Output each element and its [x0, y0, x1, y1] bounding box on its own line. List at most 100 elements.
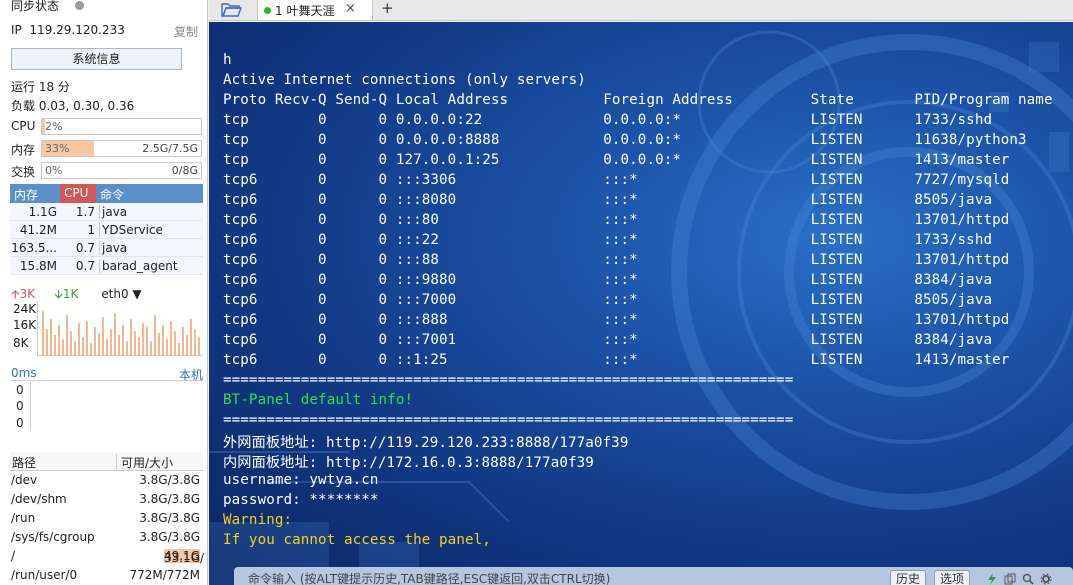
- proc-cmd: YDService: [99, 223, 163, 237]
- proc-header-cpu[interactable]: CPU: [60, 184, 96, 203]
- mem-meter: 33% 2.5G/7.5G: [41, 140, 202, 157]
- disk-table: 路径 可用/大小 /dev 3.8G/3.8G /dev/shm 3.8G/3.…: [10, 452, 205, 585]
- command-input-placeholder: 命令输入 (按ALT键提示历史,TAB键路径,ESC键返回,双击CTRL切换): [248, 572, 611, 585]
- proc-mem: 41.2M: [19, 223, 57, 237]
- table-row[interactable]: 163.5... 0.7 java: [10, 239, 203, 257]
- interface-name: eth0: [101, 287, 129, 301]
- process-table-header: 内存 CPU 命令: [10, 184, 203, 203]
- terminal-warning-line: Warning:: [223, 512, 293, 528]
- sync-status-label: 同步状态: [11, 0, 60, 13]
- folder-icon[interactable]: [220, 0, 243, 19]
- disk-table-header: 路径 可用/大小: [10, 452, 203, 471]
- ip-value: 119.29.120.233: [29, 23, 125, 37]
- mem-label: 内存: [11, 143, 36, 157]
- terminal-line: tcp6 0 0 :::888 :::* LISTEN 13701/httpd: [223, 312, 1010, 328]
- table-row[interactable]: 1.1G 1.7 java: [10, 203, 203, 221]
- terminal-line: tcp6 0 0 :::9880 :::* LISTEN 8384/java: [223, 272, 993, 288]
- history-button[interactable]: 历史: [890, 570, 927, 585]
- terminal-line: tcp 0 0 0.0.0.0:22 0.0.0.0:* LISTEN 1733…: [223, 112, 993, 128]
- chevron-down-icon: ▼: [132, 287, 142, 301]
- disk-path: /: [11, 549, 16, 563]
- disk-path: /run: [11, 511, 36, 525]
- table-row[interactable]: /run 3.8G/3.8G: [10, 509, 203, 528]
- session-tab-bar: 1 叶舞天涯 × +: [209, 0, 1073, 21]
- proc-cpu: 1.7: [75, 205, 95, 219]
- search-icon[interactable]: [1022, 573, 1034, 585]
- server-monitor-sidebar: 同步状态 IP 119.29.120.233 复制 系统信息 运行 18 分 负…: [0, 0, 208, 585]
- copy-icon[interactable]: [1004, 573, 1016, 585]
- tab-label: 1 叶舞天涯: [275, 4, 335, 18]
- disk-size-avail: 33.1G/: [163, 551, 205, 565]
- add-tab-icon[interactable]: +: [381, 0, 394, 17]
- gear-icon[interactable]: [1040, 573, 1052, 585]
- system-info-button[interactable]: 系统信息: [11, 48, 182, 70]
- mem-meter-value: 33%: [45, 142, 70, 155]
- table-row[interactable]: /dev 3.8G/3.8G: [10, 471, 203, 490]
- cpu-label: CPU: [11, 119, 36, 133]
- disk-path: /sys/fs/cgroup: [11, 530, 95, 544]
- sync-status-dot-icon: [75, 1, 84, 10]
- ip-label: IP: [11, 23, 22, 37]
- latency-label: 0ms: [11, 366, 37, 380]
- net-y-tick: 8K: [13, 336, 29, 350]
- proc-mem: 163.5...: [11, 241, 57, 255]
- terminal-line: tcp6 0 0 :::7000 :::* LISTEN 8505/java: [223, 292, 993, 308]
- terminal-separator: ========================================…: [223, 372, 794, 388]
- cpu-meter-value: 2%: [45, 120, 63, 133]
- disk-path: /dev: [11, 473, 38, 487]
- terminal-line: tcp6 0 0 :::88 :::* LISTEN 13701/httpd: [223, 252, 1010, 268]
- terminal-line: tcp6 0 0 ::1:25 :::* LISTEN 1413/master: [223, 352, 1010, 368]
- command-input-bar[interactable]: 命令输入 (按ALT键提示历史,TAB键路径,ESC键返回,双击CTRL切换) …: [234, 567, 1073, 585]
- upload-speed: 3K: [19, 287, 36, 301]
- uptime-text: 运行 18 分: [11, 80, 70, 94]
- download-speed: 1K: [62, 287, 79, 301]
- upload-arrow-icon: 🡩: [11, 287, 20, 301]
- latency-value: 0: [16, 383, 24, 397]
- terminal-pane[interactable]: h Active Internet connections (only serv…: [209, 22, 1073, 585]
- disk-path: /run/user/0: [11, 568, 78, 582]
- latency-chart: [30, 382, 203, 430]
- table-row[interactable]: / 33.1G/49.1G: [10, 547, 205, 566]
- terminal-line: tcp 0 0 127.0.0.1:25 0.0.0.0:* LISTEN 14…: [223, 152, 1010, 168]
- load-average-text: 负载 0.03, 0.30, 0.36: [11, 99, 135, 113]
- proc-mem: 15.8M: [19, 259, 57, 273]
- table-row[interactable]: 41.2M 1 YDService: [10, 221, 203, 239]
- table-row[interactable]: /run/user/0 772M/772M: [10, 566, 203, 585]
- table-row[interactable]: /sys/fs/cgroup 3.8G/3.8G: [10, 528, 203, 547]
- terminal-line: tcp6 0 0 :::7001 :::* LISTEN 8384/java: [223, 332, 993, 348]
- terminal-line: 外网面板地址: http://119.29.120.233:8888/177a0…: [223, 435, 629, 451]
- proc-cpu: 0.7: [75, 241, 95, 255]
- swap-meter-total: 0/8G: [171, 164, 198, 177]
- options-button[interactable]: 选项: [934, 570, 971, 585]
- disk-header-path[interactable]: 路径: [12, 454, 36, 471]
- table-row[interactable]: /dev/shm 3.8G/3.8G: [10, 490, 203, 509]
- close-icon[interactable]: ×: [345, 1, 356, 16]
- disk-size: 3.8G/3.8G: [139, 511, 200, 525]
- lightning-icon[interactable]: [986, 573, 998, 585]
- terminal-warning-line: If you cannot access the panel,: [223, 532, 491, 548]
- interface-select[interactable]: eth0 ▼: [101, 287, 141, 301]
- network-traffic-bars: [42, 311, 200, 356]
- proc-header-cmd[interactable]: 命令: [100, 186, 124, 203]
- disk-header-size[interactable]: 可用/大小: [116, 454, 173, 471]
- session-connected-dot-icon: [264, 7, 271, 14]
- terminal-line: password: ********: [223, 492, 379, 508]
- terminal-line: 内网面板地址: http://172.16.0.3:8888/177a0f39: [223, 455, 594, 471]
- swap-label: 交换: [11, 165, 36, 179]
- proc-header-mem[interactable]: 内存: [14, 186, 38, 203]
- mem-meter-total: 2.5G/7.5G: [142, 142, 198, 155]
- terminal-line: tcp6 0 0 :::3306 :::* LISTEN 7727/mysqld: [223, 172, 1010, 188]
- network-traffic-chart: [37, 301, 203, 356]
- latency-value: 0: [16, 416, 24, 430]
- process-table: 内存 CPU 命令 1.1G 1.7 java 41.2M 1 YDServic…: [10, 184, 203, 275]
- table-row[interactable]: 15.8M 0.7 barad_agent: [10, 257, 203, 275]
- terminal-line: tcp 0 0 0.0.0.0:8888 0.0.0.0:* LISTEN 11…: [223, 132, 1027, 148]
- terminal-line: tcp6 0 0 :::22 :::* LISTEN 1733/sshd: [223, 232, 993, 248]
- latency-host[interactable]: 本机: [179, 366, 203, 383]
- proc-cmd: java: [99, 205, 127, 219]
- disk-size: 3.8G/3.8G: [139, 530, 200, 544]
- swap-meter-value: 0%: [45, 164, 63, 177]
- copy-ip-link[interactable]: 复制: [174, 23, 198, 40]
- proc-cpu: 1: [87, 223, 95, 237]
- latency-value: 0: [16, 399, 24, 413]
